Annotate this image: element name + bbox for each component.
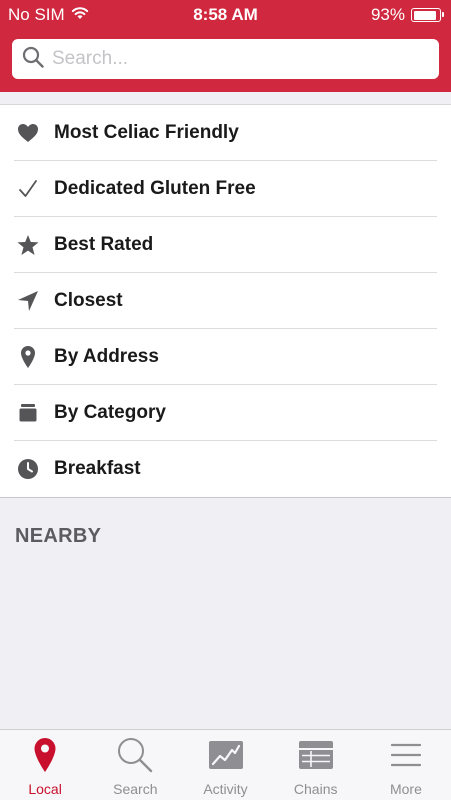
header-bar: No SIM 8:58 AM 93% bbox=[0, 0, 451, 92]
tab-label: Search bbox=[113, 781, 158, 797]
tab-label: Activity bbox=[203, 781, 248, 797]
location-arrow-icon bbox=[14, 287, 42, 315]
tab-search[interactable]: Search bbox=[90, 730, 180, 800]
tab-label: Chains bbox=[293, 781, 338, 797]
menu-item-best-rated[interactable]: Best Rated bbox=[0, 217, 451, 273]
search-input[interactable] bbox=[52, 48, 412, 70]
menu-item-label: Best Rated bbox=[54, 234, 154, 255]
search-bar[interactable] bbox=[12, 39, 439, 79]
tab-local[interactable]: Local bbox=[0, 730, 90, 800]
menu-item-breakfast[interactable]: Breakfast bbox=[0, 441, 451, 497]
map-pin-icon bbox=[33, 735, 57, 775]
tab-label: Local bbox=[28, 781, 62, 797]
menu-item-closest[interactable]: Closest bbox=[0, 273, 451, 329]
tab-activity[interactable]: Activity bbox=[180, 730, 270, 800]
battery-info: 93% bbox=[370, 5, 444, 25]
tab-bar: Local Search Activity Chains More bbox=[0, 729, 451, 800]
menu-item-most-celiac-friendly[interactable]: Most Celiac Friendly bbox=[0, 105, 451, 161]
battery-icon bbox=[411, 8, 444, 22]
category-box-icon bbox=[14, 399, 42, 427]
menu-item-label: Dedicated Gluten Free bbox=[54, 178, 256, 199]
checkmark-icon bbox=[14, 175, 42, 203]
menu-item-dedicated-gluten-free[interactable]: Dedicated Gluten Free bbox=[0, 161, 451, 217]
hamburger-icon bbox=[390, 735, 421, 775]
battery-percent: 93% bbox=[370, 5, 405, 24]
tab-chains[interactable]: Chains bbox=[271, 730, 361, 800]
menu-item-label: By Address bbox=[54, 346, 159, 367]
status-bar: No SIM 8:58 AM 93% bbox=[0, 0, 451, 30]
clock-icon bbox=[14, 455, 42, 483]
star-icon bbox=[14, 231, 42, 259]
map-pin-icon bbox=[14, 343, 42, 371]
filter-menu-list: Most Celiac Friendly Dedicated Gluten Fr… bbox=[0, 104, 451, 498]
tab-label: More bbox=[389, 781, 422, 797]
menu-item-label: By Category bbox=[54, 402, 166, 423]
menu-item-label: Breakfast bbox=[54, 458, 141, 479]
magnifier-icon bbox=[116, 735, 154, 775]
heart-icon bbox=[14, 119, 42, 147]
menu-item-by-address[interactable]: By Address bbox=[0, 329, 451, 385]
search-icon bbox=[22, 46, 44, 73]
nearby-section-title: NEARBY bbox=[15, 525, 102, 547]
activity-chart-icon bbox=[208, 735, 244, 775]
menu-item-label: Most Celiac Friendly bbox=[54, 122, 239, 143]
menu-item-by-category[interactable]: By Category bbox=[0, 385, 451, 441]
tab-more[interactable]: More bbox=[361, 730, 451, 800]
table-icon bbox=[298, 735, 334, 775]
menu-item-label: Closest bbox=[54, 290, 123, 311]
